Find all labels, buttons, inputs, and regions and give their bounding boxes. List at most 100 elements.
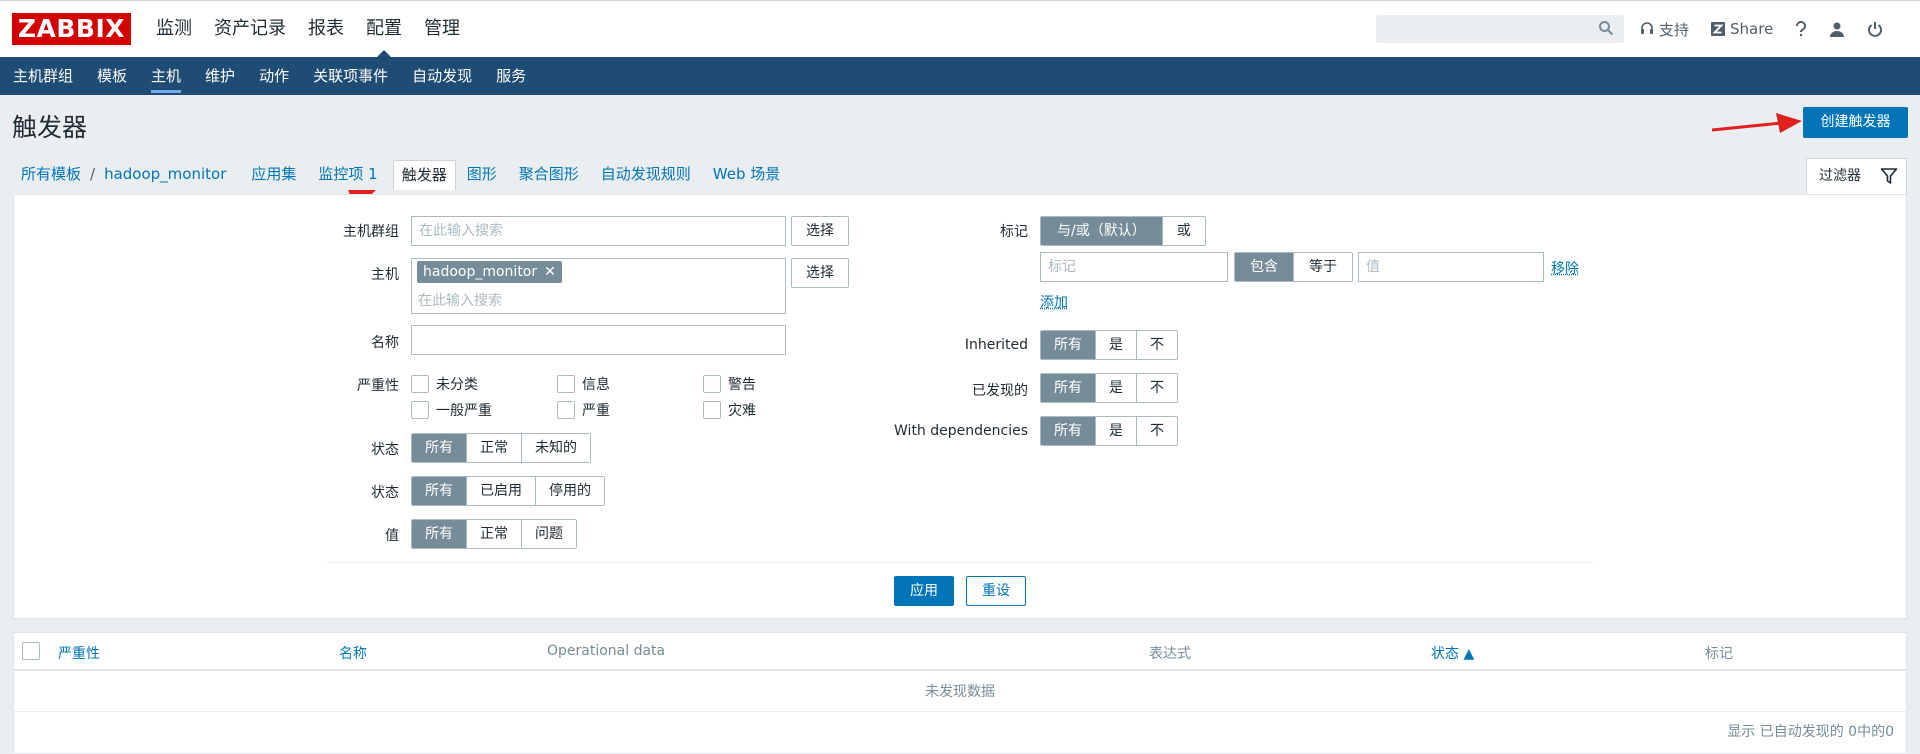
subnav-maintenance[interactable]: 维护 [193, 57, 247, 95]
severity-option-label: 警告 [728, 377, 756, 393]
col-name[interactable]: 名称 [339, 643, 367, 663]
sign-out-icon[interactable] [1867, 21, 1883, 37]
discovered-yes[interactable]: 是 [1095, 374, 1136, 402]
tab-web-scenarios[interactable]: Web 场景 [702, 160, 791, 188]
page-title: 触发器 [12, 113, 88, 142]
severity-option-label: 严重 [582, 403, 610, 419]
discovered-all[interactable]: 所有 [1041, 374, 1095, 402]
severity-average[interactable]: 一般严重 [411, 400, 492, 420]
col-tags: 标记 [1705, 646, 1733, 662]
global-search-input[interactable] [1376, 15, 1624, 43]
severity-warning[interactable]: 警告 [703, 374, 756, 394]
reset-button[interactable]: 重设 [966, 576, 1026, 606]
checkbox[interactable] [703, 375, 721, 393]
host-select-button[interactable]: 选择 [791, 258, 849, 288]
host-group-label: 主机群组 [343, 224, 399, 240]
status-segmented: 所有 已启用 停用的 [411, 476, 605, 506]
tags-and-or[interactable]: 与/或（默认） [1041, 217, 1162, 245]
state-normal[interactable]: 正常 [466, 434, 521, 462]
inherited-yes[interactable]: 是 [1095, 331, 1136, 359]
checkbox[interactable] [557, 375, 575, 393]
tag-op-contains[interactable]: 包含 [1235, 253, 1293, 281]
host-group-select-button[interactable]: 选择 [791, 216, 849, 246]
host-chip[interactable]: hadoop_monitor ✕ [417, 261, 562, 283]
tab-all-templates[interactable]: 所有模板 [10, 160, 92, 188]
host-group-input[interactable]: 在此输入搜索 [411, 216, 786, 246]
tag-operator-segmented: 包含 等于 [1234, 252, 1353, 282]
tags-or[interactable]: 或 [1161, 217, 1205, 245]
state-unknown[interactable]: 未知的 [521, 434, 590, 462]
tab-triggers[interactable]: 触发器 [392, 160, 456, 190]
value-problem[interactable]: 问题 [521, 520, 576, 548]
annotation-arrow-create [1711, 113, 1802, 133]
tag-name-input[interactable]: 标记 [1040, 252, 1228, 282]
severity-information[interactable]: 信息 [557, 374, 610, 394]
main-nav-administration[interactable]: 管理 [413, 1, 471, 57]
sub-nav: 主机群组 模板 主机 维护 动作 关联项事件 自动发现 服务 [0, 57, 1920, 95]
apply-button[interactable]: 应用 [894, 576, 954, 606]
inherited-all[interactable]: 所有 [1041, 331, 1095, 359]
severity-disaster[interactable]: 灾难 [703, 400, 756, 420]
checkbox[interactable] [703, 401, 721, 419]
filter-panel [13, 194, 1907, 619]
remove-chip-icon[interactable]: ✕ [544, 261, 556, 283]
subnav-services[interactable]: 服务 [484, 57, 538, 95]
subnav-actions[interactable]: 动作 [247, 57, 301, 95]
zabbix-logo[interactable]: ZABBIX [12, 13, 131, 45]
tab-graphs[interactable]: 图形 [456, 160, 508, 188]
share-link[interactable]: Share [1711, 20, 1773, 38]
subnav-event-correlation[interactable]: 关联项事件 [301, 57, 400, 95]
col-status[interactable]: 状态 ▲ [1431, 643, 1474, 663]
subnav-discovery[interactable]: 自动发现 [400, 57, 484, 95]
subnav-templates[interactable]: 模板 [85, 57, 139, 95]
tag-op-equals[interactable]: 等于 [1293, 253, 1352, 281]
remove-tag-link[interactable]: 移除 [1551, 258, 1579, 278]
severity-not-classified[interactable]: 未分类 [411, 374, 478, 394]
tab-host-name[interactable]: hadoop_monitor [93, 160, 237, 188]
severity-high[interactable]: 严重 [557, 400, 610, 420]
deps-yes[interactable]: 是 [1095, 417, 1136, 445]
status-disabled[interactable]: 停用的 [535, 477, 604, 505]
tags-label: 标记 [1000, 224, 1028, 240]
add-tag-link[interactable]: 添加 [1040, 292, 1068, 312]
select-all-checkbox[interactable] [22, 642, 40, 660]
tab-screens[interactable]: 聚合图形 [508, 160, 590, 188]
inherited-no[interactable]: 不 [1136, 331, 1177, 359]
tab-applications[interactable]: 应用集 [237, 160, 307, 188]
status-enabled[interactable]: 已启用 [466, 477, 535, 505]
inherited-segmented: 所有 是 不 [1040, 330, 1178, 360]
checkbox[interactable] [411, 375, 429, 393]
support-link[interactable]: 支持 [1640, 19, 1689, 40]
subnav-hosts[interactable]: 主机 [139, 57, 193, 95]
checkbox[interactable] [411, 401, 429, 419]
state-segmented: 所有 正常 未知的 [411, 433, 591, 463]
deps-no[interactable]: 不 [1136, 417, 1177, 445]
severity-label: 严重性 [357, 378, 399, 394]
main-nav-reports[interactable]: 报表 [297, 1, 355, 57]
filter-divider [326, 562, 1594, 563]
user-profile-icon[interactable] [1829, 21, 1845, 37]
tag-value-input[interactable]: 值 [1358, 252, 1544, 282]
tab-items[interactable]: 监控项 1 [307, 160, 388, 188]
deps-all[interactable]: 所有 [1041, 417, 1095, 445]
filter-toggle-tab[interactable]: 过滤器 [1806, 158, 1907, 194]
subnav-host-groups[interactable]: 主机群组 [1, 57, 85, 95]
status-all[interactable]: 所有 [412, 477, 466, 505]
value-ok[interactable]: 正常 [466, 520, 521, 548]
name-input[interactable] [411, 325, 786, 355]
search-icon[interactable] [1598, 20, 1614, 36]
help-icon[interactable] [1795, 21, 1807, 37]
discovered-no[interactable]: 不 [1136, 374, 1177, 402]
discovered-label: 已发现的 [972, 383, 1028, 399]
col-severity[interactable]: 严重性 [58, 643, 100, 663]
header-links: 支持 Share [1640, 1, 1905, 57]
main-nav-configuration[interactable]: 配置 [355, 1, 413, 57]
tab-discovery-rules[interactable]: 自动发现规则 [590, 160, 702, 188]
main-nav-inventory[interactable]: 资产记录 [203, 1, 297, 57]
checkbox[interactable] [557, 401, 575, 419]
host-label: 主机 [371, 267, 399, 283]
main-nav-monitoring[interactable]: 监测 [145, 1, 203, 57]
create-trigger-button[interactable]: 创建触发器 [1803, 107, 1908, 138]
value-all[interactable]: 所有 [412, 520, 466, 548]
state-all[interactable]: 所有 [412, 434, 466, 462]
